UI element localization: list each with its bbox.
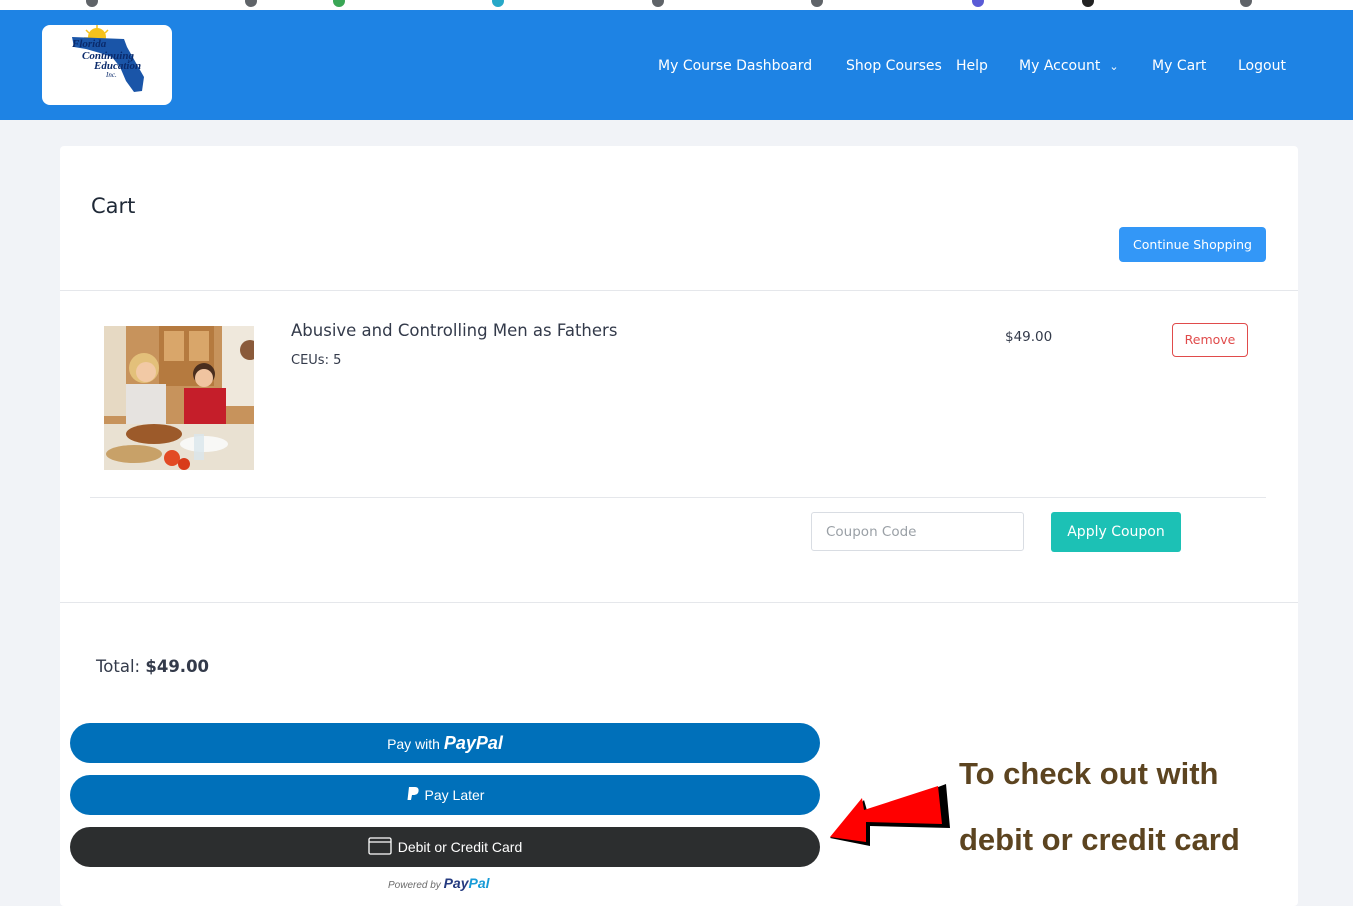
bookmark-icon[interactable] <box>86 0 98 7</box>
course-title[interactable]: Abusive and Controlling Men as Fathers <box>291 321 617 340</box>
paypal-p-icon <box>407 787 419 800</box>
remove-item-button[interactable]: Remove <box>1172 323 1248 357</box>
cart-card: Cart Continue Shopping Abusive and Contr… <box>60 146 1298 906</box>
powered-prefix: Powered by <box>388 880 441 891</box>
bookmark-icon[interactable] <box>1082 0 1094 7</box>
bookmark-icon[interactable] <box>333 0 345 7</box>
item-price: $49.00 <box>1005 329 1053 345</box>
cart-total: Total: $49.00 <box>96 657 209 676</box>
total-label: Total: <box>96 657 141 676</box>
card-button-label: Debit or Credit Card <box>397 839 523 855</box>
nav-my-account[interactable]: My Account ⌄ <box>1019 56 1119 76</box>
red-arrow-icon <box>830 784 950 846</box>
course-ceus: CEUs: 5 <box>291 353 342 368</box>
powered-paypal-logo-icon: Pay <box>443 875 469 891</box>
apply-coupon-button[interactable]: Apply Coupon <box>1051 512 1181 552</box>
nav-logout[interactable]: Logout <box>1238 56 1286 76</box>
svg-text:Education: Education <box>93 60 141 72</box>
site-header: Florida Continuing Education Inc. My Cou… <box>0 10 1353 120</box>
debit-credit-card-button[interactable]: Debit or Credit Card <box>70 827 820 867</box>
bookmarks-bar <box>0 0 1353 10</box>
svg-text:Florida: Florida <box>71 38 107 50</box>
paypal-logo-icon: PayPal <box>443 733 503 753</box>
bookmark-icon[interactable] <box>245 0 257 7</box>
bookmark-icon[interactable] <box>1240 0 1252 7</box>
annotation-line-2: debit or credit card <box>959 822 1240 857</box>
course-thumbnail[interactable] <box>104 326 254 470</box>
divider <box>90 497 1266 498</box>
bookmark-icon[interactable] <box>492 0 504 7</box>
nav-my-cart[interactable]: My Cart <box>1152 56 1206 76</box>
pay-with-paypal-button[interactable]: Pay with PayPal <box>70 723 820 763</box>
pay-later-button[interactable]: Pay Later <box>70 775 820 815</box>
divider <box>60 290 1298 291</box>
total-value: $49.00 <box>145 657 210 676</box>
continue-shopping-button[interactable]: Continue Shopping <box>1119 227 1266 262</box>
nav-my-account-label: My Account <box>1019 58 1101 74</box>
credit-card-icon <box>368 837 392 855</box>
svg-text:Inc.: Inc. <box>105 71 117 79</box>
bookmark-icon[interactable] <box>652 0 664 7</box>
paypal-prefix: Pay with <box>387 736 440 752</box>
course-photo-icon <box>104 326 254 470</box>
nav-shop-courses[interactable]: Shop Courses <box>846 56 942 76</box>
divider <box>60 602 1298 603</box>
nav-help[interactable]: Help <box>956 56 988 76</box>
florida-logo-icon: Florida Continuing Education Inc. <box>71 25 144 92</box>
coupon-code-input[interactable] <box>811 512 1024 551</box>
site-logo[interactable]: Florida Continuing Education Inc. <box>42 25 172 105</box>
pay-later-label: Pay Later <box>424 787 485 803</box>
bookmark-icon[interactable] <box>972 0 984 7</box>
bookmark-icon[interactable] <box>811 0 823 7</box>
page-title: Cart <box>91 194 136 218</box>
nav-my-course-dashboard[interactable]: My Course Dashboard <box>658 56 812 76</box>
powered-by-paypal: Powered by PayPal <box>388 875 490 891</box>
annotation-line-1: To check out with <box>959 756 1219 791</box>
chevron-down-icon: ⌄ <box>1109 60 1119 73</box>
